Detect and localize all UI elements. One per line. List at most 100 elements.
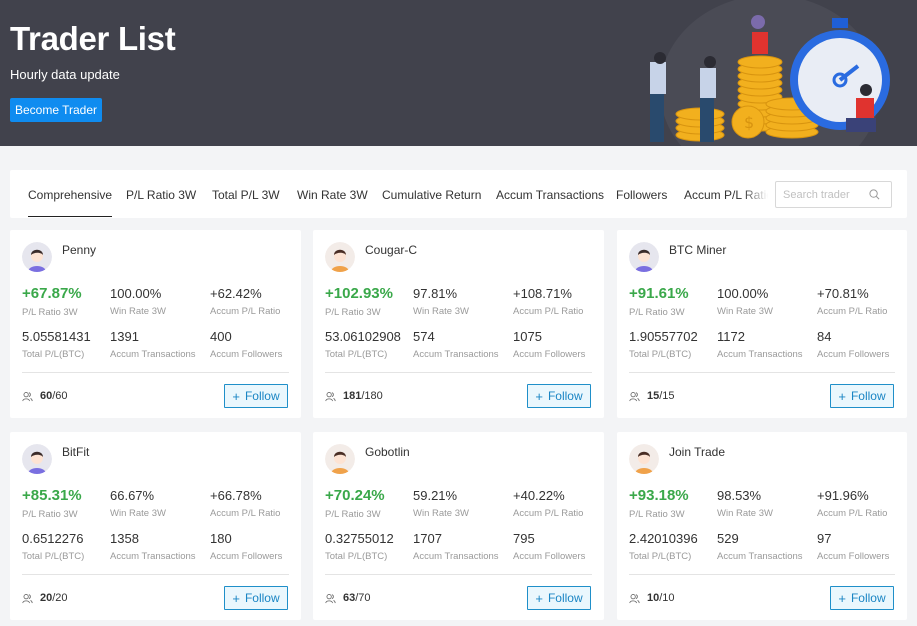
tab-win-rate-3w[interactable]: Win Rate 3W — [297, 188, 368, 202]
accum-transactions-label: Accum Transactions — [717, 551, 803, 562]
follow-button[interactable]: + Follow — [830, 384, 894, 408]
follow-button[interactable]: + Follow — [830, 586, 894, 610]
users-icon — [325, 593, 336, 603]
win-rate-3w-value: 66.67% — [110, 488, 155, 503]
slots-total: /10 — [659, 592, 675, 604]
tab-cumulative-return[interactable]: Cumulative Return — [382, 188, 481, 202]
accum-followers-label: Accum Followers — [513, 349, 586, 360]
accum-followers-stat: 795 Accum Followers — [513, 531, 585, 562]
page-subtitle: Hourly data update — [10, 67, 120, 82]
card-divider — [629, 372, 895, 373]
users-icon — [22, 593, 33, 603]
total-pl-label: Total P/L(BTC) — [22, 349, 85, 360]
accum-pl-ratio-value: +66.78% — [210, 488, 262, 503]
accum-followers-label: Accum Followers — [210, 349, 283, 360]
accum-pl-ratio-value: +91.96% — [817, 488, 869, 503]
slots-used: 15 — [647, 390, 660, 402]
tab-accum-pl-ratio[interactable]: Accum P/L Ratio — [684, 188, 768, 202]
slots-total: /60 — [52, 390, 68, 402]
win-rate-3w-value: 100.00% — [717, 286, 769, 301]
trader-card[interactable]: BTC Miner +91.61% P/L Ratio 3W 100.00% W… — [617, 230, 907, 418]
avatar-purple[interactable] — [22, 242, 52, 272]
total-pl-value: 0.6512276 — [22, 531, 84, 546]
follow-button[interactable]: + Follow — [224, 586, 288, 610]
accum-pl-ratio-stat: +62.42% Accum P/L Ratio — [210, 286, 280, 317]
page-title: Trader List — [10, 20, 176, 57]
total-pl-stat: 0.6512276 Total P/L(BTC) — [22, 531, 84, 562]
trader-name[interactable]: Join Trade — [669, 445, 725, 459]
win-rate-3w-value: 100.00% — [110, 286, 162, 301]
win-rate-3w-stat: 98.53% Win Rate 3W — [717, 488, 773, 519]
plus-icon: + — [838, 590, 846, 606]
avatar-purple[interactable] — [629, 242, 659, 272]
pl-ratio-3w-label: P/L Ratio 3W — [22, 307, 78, 318]
avatar-orange[interactable] — [325, 444, 355, 474]
search-icon[interactable] — [869, 189, 880, 200]
win-rate-3w-stat: 97.81% Win Rate 3W — [413, 286, 469, 317]
win-rate-3w-label: Win Rate 3W — [110, 306, 166, 317]
accum-pl-ratio-label: Accum P/L Ratio — [513, 306, 584, 317]
pl-ratio-3w-stat: +85.31% P/L Ratio 3W — [22, 487, 82, 520]
total-pl-label: Total P/L(BTC) — [325, 551, 388, 562]
trader-name[interactable]: Penny — [62, 243, 96, 257]
tab-followers[interactable]: Followers — [616, 188, 667, 202]
plus-icon: + — [232, 388, 240, 404]
total-pl-stat: 53.06102908 Total P/L(BTC) — [325, 329, 401, 360]
search-input[interactable] — [783, 188, 873, 201]
follow-button[interactable]: + Follow — [527, 586, 591, 610]
pl-ratio-3w-label: P/L Ratio 3W — [629, 509, 685, 520]
copy-slots: 60/60 — [22, 390, 68, 402]
copy-slots: 20/20 — [22, 592, 68, 604]
follow-label: Follow — [547, 591, 583, 605]
tab-comprehensive[interactable]: Comprehensive — [28, 188, 113, 217]
card-divider — [22, 372, 289, 373]
follow-button[interactable]: + Follow — [224, 384, 288, 408]
card-divider — [629, 574, 895, 575]
accum-pl-ratio-stat: +91.96% Accum P/L Ratio — [817, 488, 887, 519]
accum-followers-stat: 180 Accum Followers — [210, 531, 282, 562]
accum-pl-ratio-stat: +40.22% Accum P/L Ratio — [513, 488, 583, 519]
trader-name[interactable]: BitFit — [62, 445, 89, 459]
pl-ratio-3w-stat: +67.87% P/L Ratio 3W — [22, 285, 82, 318]
trader-name[interactable]: BTC Miner — [669, 243, 726, 257]
follow-button[interactable]: + Follow — [527, 384, 591, 408]
copy-slots: 15/15 — [629, 390, 675, 402]
slots-used: 20 — [40, 592, 53, 604]
tab-pl-ratio-3w[interactable]: P/L Ratio 3W — [126, 188, 196, 202]
trader-card[interactable]: Gobotlin +70.24% P/L Ratio 3W 59.21% Win… — [313, 432, 604, 620]
copy-slots: 63/70 — [325, 592, 371, 604]
pl-ratio-3w-label: P/L Ratio 3W — [325, 509, 381, 520]
accum-transactions-label: Accum Transactions — [110, 551, 196, 562]
accum-transactions-label: Accum Transactions — [110, 349, 196, 360]
avatar-orange[interactable] — [629, 444, 659, 474]
follow-label: Follow — [244, 591, 280, 605]
avatar-orange[interactable] — [325, 242, 355, 272]
pl-ratio-3w-value: +102.93% — [325, 285, 393, 302]
total-pl-stat: 1.90557702 Total P/L(BTC) — [629, 329, 698, 360]
win-rate-3w-value: 97.81% — [413, 286, 458, 301]
become-trader-button[interactable]: Become Trader — [10, 98, 102, 122]
accum-followers-stat: 400 Accum Followers — [210, 329, 282, 360]
pl-ratio-3w-label: P/L Ratio 3W — [325, 307, 381, 318]
trader-card[interactable]: Join Trade +93.18% P/L Ratio 3W 98.53% W… — [617, 432, 907, 620]
trader-card[interactable]: Cougar-C +102.93% P/L Ratio 3W 97.81% Wi… — [313, 230, 604, 418]
plus-icon: + — [535, 388, 543, 404]
plus-icon: + — [838, 388, 846, 404]
accum-followers-stat: 1075 Accum Followers — [513, 329, 585, 360]
trader-card[interactable]: BitFit +85.31% P/L Ratio 3W 66.67% Win R… — [10, 432, 301, 620]
plus-icon: + — [232, 590, 240, 606]
trader-name[interactable]: Gobotlin — [365, 445, 410, 459]
total-pl-label: Total P/L(BTC) — [22, 551, 85, 562]
accum-followers-stat: 97 Accum Followers — [817, 531, 889, 562]
avatar-purple[interactable] — [22, 444, 52, 474]
slots-total: /180 — [361, 390, 383, 402]
win-rate-3w-label: Win Rate 3W — [110, 508, 166, 519]
win-rate-3w-label: Win Rate 3W — [413, 508, 469, 519]
search-box[interactable] — [775, 181, 892, 208]
trader-name[interactable]: Cougar-C — [365, 243, 417, 257]
tab-total-pl-3w[interactable]: Total P/L 3W — [212, 188, 280, 202]
slots-used: 10 — [647, 592, 660, 604]
users-icon — [629, 391, 640, 401]
tab-accum-transactions[interactable]: Accum Transactions — [496, 188, 604, 202]
trader-card[interactable]: Penny +67.87% P/L Ratio 3W 100.00% Win R… — [10, 230, 301, 418]
